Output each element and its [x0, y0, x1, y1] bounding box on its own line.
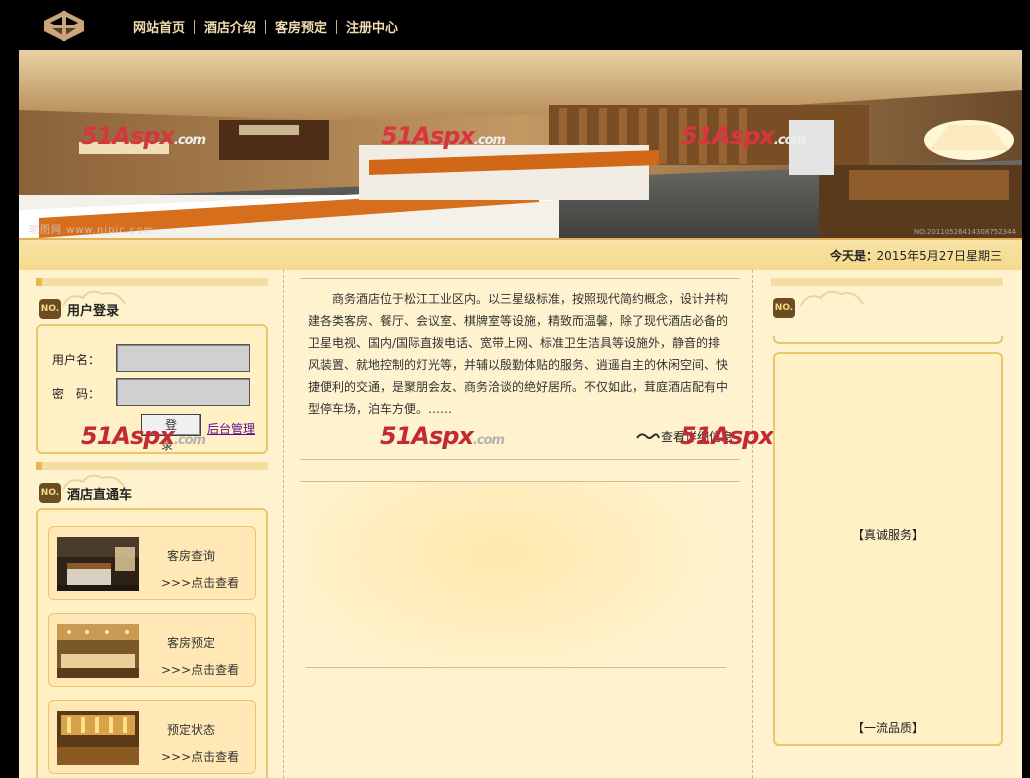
date-value: 2015年5月27日星期三: [876, 249, 1002, 263]
login-header: NO. 用户登录: [39, 297, 119, 321]
room-thumbnail: [57, 537, 139, 591]
service-label: 【真诚服务】: [851, 528, 924, 542]
intro-column: 商务酒店位于松江工业区内。以三星级标准，按照现代简约概念，设计并构建各类客房、餐…: [283, 270, 805, 778]
main-content: NO. 用户登录 用户名： 密 码： 登 录 后台管理 51Aspx.com N…: [19, 270, 1022, 778]
watermark: 51Aspx.com: [380, 422, 505, 450]
cloud-ornament-icon: [800, 290, 864, 307]
nav-home[interactable]: 网站首页: [133, 17, 185, 36]
hotel-logo-icon[interactable]: [42, 9, 86, 43]
username-label: 用户名：: [52, 353, 101, 367]
nav-room-booking[interactable]: 客房预定: [275, 17, 327, 36]
date-bar: 今天是： 2015年5月27日星期三: [19, 238, 1022, 270]
nav-register[interactable]: 注册中心: [346, 17, 398, 36]
no-badge-icon: NO.: [39, 299, 61, 319]
section-bar: [771, 278, 1003, 286]
no-badge-icon: NO.: [773, 298, 795, 318]
section-bar: [36, 462, 268, 470]
section-bar: [36, 278, 268, 286]
watermark: 51Aspx.com: [381, 122, 506, 150]
username-input[interactable]: [116, 344, 250, 372]
quality-label: 【一流品质】: [851, 721, 924, 735]
date-label: 今天是：: [829, 249, 878, 263]
direct-card-title: 客房查询: [166, 549, 215, 563]
direct-panel: 客房查询 >>>点击查看 客房预定 >>>点击查看 预定状态 >>>点击查看: [36, 508, 268, 778]
nav-hotel-intro[interactable]: 酒店介绍: [204, 17, 256, 36]
divider: [306, 667, 726, 668]
direct-card-title: 预定状态: [166, 723, 215, 737]
direct-card-link[interactable]: >>>点击查看: [161, 748, 239, 765]
admin-link[interactable]: 后台管理: [207, 420, 255, 437]
nav-divider: [194, 19, 196, 34]
hero-banner: 51Aspx.com 51Aspx.com 51Aspx.com 昵图网 www…: [19, 50, 1022, 238]
banquet-thumbnail: [57, 624, 139, 678]
watermark: 51Aspx.com: [81, 422, 206, 450]
password-label: 密 码：: [52, 387, 101, 401]
watermark: 51Aspx.com: [681, 122, 806, 150]
watermark: 51Aspx.com: [81, 122, 206, 150]
right-header: NO.: [773, 296, 801, 320]
lobby-thumbnail: [57, 711, 139, 765]
no-badge-icon: NO.: [39, 483, 61, 503]
nav-divider: [336, 19, 338, 34]
direct-card-room-query[interactable]: 客房查询 >>>点击查看: [48, 526, 256, 600]
password-input[interactable]: [116, 378, 250, 406]
right-header-frame: [773, 336, 1003, 344]
direct-header: NO. 酒店直通车: [39, 481, 132, 505]
login-title: 用户登录: [67, 303, 120, 319]
divider: [300, 459, 740, 460]
right-panel: 【真诚服务】 【一流品质】: [773, 352, 1003, 746]
hotel-description: 商务酒店位于松江工业区内。以三星级标准，按照现代简约概念，设计并构建各类客房、餐…: [308, 292, 729, 416]
swirl-icon: [636, 432, 660, 439]
photo-credit: 昵图网 www.nipic.com: [29, 225, 155, 236]
direct-card-booking-status[interactable]: 预定状态 >>>点击查看: [48, 700, 256, 774]
direct-card-link[interactable]: >>>点击查看: [161, 661, 239, 678]
nav-divider: [265, 19, 267, 34]
main-nav: 网站首页 酒店介绍 客房预定 注册中心: [133, 17, 398, 36]
direct-card-room-booking[interactable]: 客房预定 >>>点击查看: [48, 613, 256, 687]
decorative-panel: [300, 483, 740, 688]
direct-card-link[interactable]: >>>点击查看: [161, 574, 239, 591]
divider: [300, 278, 740, 279]
divider: [300, 481, 740, 482]
direct-title: 酒店直通车: [67, 487, 133, 503]
top-bar: 网站首页 酒店介绍 客房预定 注册中心: [0, 0, 1030, 50]
direct-card-title: 客房预定: [166, 636, 215, 650]
photo-code: NO:20110526414308752344: [913, 228, 1016, 236]
